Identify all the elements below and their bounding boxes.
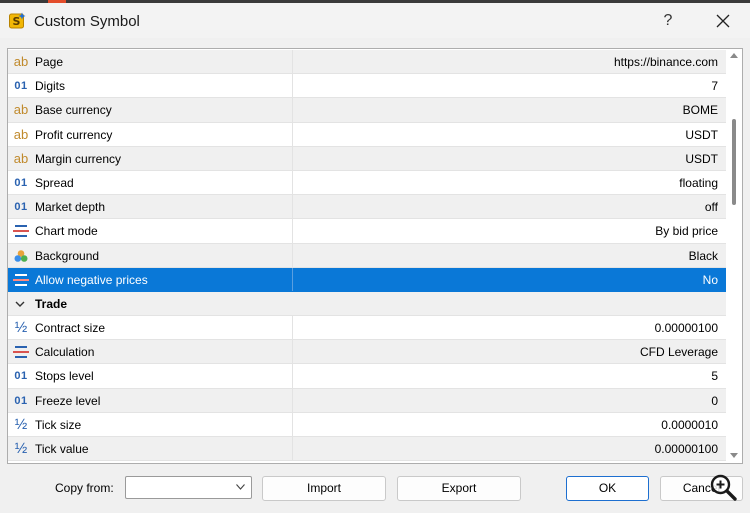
property-row-tick-value[interactable]: ½ Tick value 0.00000100 [8, 437, 726, 462]
fraction-type-icon: ½ [14, 319, 28, 337]
property-value[interactable]: 0.00000100 [655, 442, 718, 456]
custom-symbol-app-icon: S [9, 12, 26, 29]
property-row-freeze-level[interactable]: 01 Freeze level 0 [8, 388, 726, 413]
magnifier-zoom-icon [710, 474, 737, 501]
copy-from-label: Copy from: [55, 481, 114, 495]
property-value[interactable]: USDT [685, 128, 718, 142]
property-row-profit-currency[interactable]: ab Profit currency USDT [8, 122, 726, 147]
scroll-down-arrow-icon[interactable] [730, 453, 738, 458]
property-row-calculation[interactable]: Calculation CFD Leverage [8, 340, 726, 365]
property-value[interactable]: BOME [683, 103, 718, 117]
property-value[interactable]: 5 [711, 369, 718, 383]
property-row-margin-currency[interactable]: ab Margin currency USDT [8, 146, 726, 171]
numeric-type-icon: 01 [14, 176, 28, 189]
enum-list-icon [13, 346, 29, 359]
property-value[interactable]: 0 [711, 394, 718, 408]
property-row-tick-size[interactable]: ½ Tick size 0.0000010 [8, 412, 726, 437]
properties-grid[interactable]: ab Page https://binance.com 01 Digits 7 ab… [7, 48, 743, 464]
string-type-icon: ab [13, 102, 29, 118]
copy-from-combobox[interactable] [125, 476, 252, 499]
export-button[interactable]: Export [397, 476, 521, 501]
property-row-digits[interactable]: 01 Digits 7 [8, 74, 726, 99]
close-icon[interactable] [703, 6, 743, 36]
svg-text:S: S [13, 15, 21, 28]
property-row-spread[interactable]: 01 Spread floating [8, 170, 726, 196]
fraction-type-icon: ½ [14, 415, 28, 433]
window-title: Custom Symbol [34, 13, 140, 30]
help-button[interactable]: ? [648, 6, 688, 36]
property-value[interactable]: 0.0000010 [661, 418, 718, 432]
property-row-page[interactable]: ab Page https://binance.com [8, 50, 726, 75]
enum-list-icon [13, 225, 29, 238]
ok-button[interactable]: OK [566, 476, 649, 501]
property-value[interactable]: off [705, 200, 718, 214]
properties-rows: ab Page https://binance.com 01 Digits 7 ab… [8, 50, 726, 462]
scrollbar-thumb[interactable] [732, 119, 736, 205]
property-value[interactable]: 0.00000100 [655, 321, 718, 335]
numeric-type-icon: 01 [14, 370, 28, 383]
property-row-stops-level[interactable]: 01 Stops level 5 [8, 364, 726, 389]
numeric-type-icon: 01 [14, 80, 28, 93]
string-type-icon: ab [13, 54, 29, 69]
scroll-up-arrow-icon[interactable] [730, 53, 738, 58]
title-bar: S Custom Symbol ? [0, 3, 750, 38]
numeric-type-icon: 01 [14, 201, 28, 214]
property-row-chart-mode[interactable]: Chart mode By bid price [8, 219, 726, 244]
property-row-contract-size[interactable]: ½ Contract size 0.00000100 [8, 316, 726, 341]
color-palette-icon [14, 249, 28, 262]
vertical-scrollbar[interactable] [726, 49, 742, 463]
property-value[interactable]: 7 [711, 79, 718, 93]
property-value[interactable]: No [703, 273, 718, 287]
property-value[interactable]: CFD Leverage [640, 345, 718, 359]
import-button[interactable]: Import [262, 476, 386, 501]
group-header-trade[interactable]: Trade [8, 291, 726, 317]
string-type-icon: ab [13, 150, 29, 166]
property-row-market-depth[interactable]: 01 Market depth off [8, 195, 726, 220]
property-value[interactable]: https://binance.com [614, 55, 718, 69]
enum-list-icon [13, 273, 29, 286]
numeric-type-icon: 01 [14, 394, 28, 407]
string-type-icon: ab [13, 126, 29, 142]
property-value[interactable]: floating [679, 176, 718, 190]
property-value[interactable]: By bid price [655, 224, 718, 238]
property-row-allow-negative-prices[interactable]: Allow negative prices No [8, 267, 726, 292]
chevron-down-icon[interactable] [14, 297, 26, 311]
property-value[interactable]: Black [689, 249, 718, 263]
property-value[interactable]: USDT [685, 152, 718, 166]
chevron-down-icon[interactable] [236, 484, 245, 490]
property-row-base-currency[interactable]: ab Base currency BOME [8, 98, 726, 123]
fraction-type-icon: ½ [14, 440, 28, 457]
property-row-background[interactable]: Background Black [8, 243, 726, 268]
